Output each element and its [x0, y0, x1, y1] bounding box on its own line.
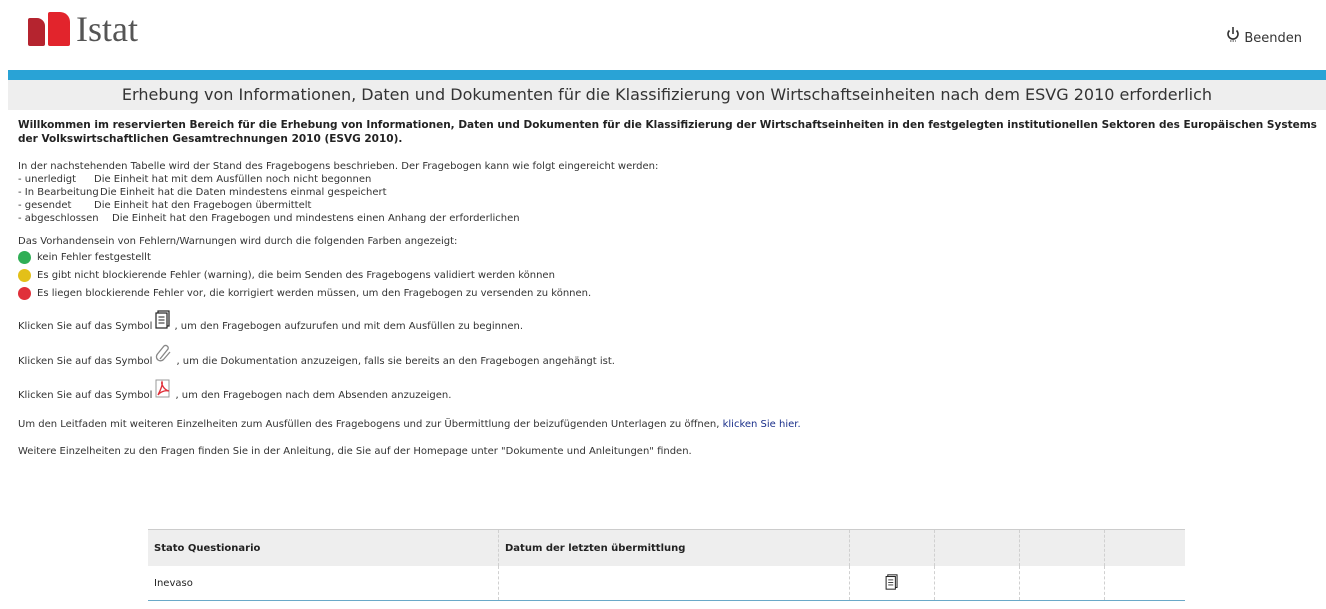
color-legend-green: kein Fehler festgestellt — [18, 249, 1318, 266]
title-band: Erhebung von Informationen, Daten und Do… — [8, 80, 1326, 110]
welcome-text: Willkommen im reservierten Bereich für d… — [18, 119, 1317, 145]
logout-button[interactable]: Beenden — [1226, 26, 1302, 46]
istat-logo-mark — [28, 12, 72, 46]
color-legend-red: Es liegen blockierende Fehler vor, die k… — [18, 285, 1318, 302]
guide-sentence: Um den Leitfaden mit weiteren Einzelheit… — [18, 419, 720, 430]
yellow-label: Es gibt nicht blockierende Fehler (warni… — [37, 270, 555, 281]
empty-cell — [1104, 566, 1185, 601]
more-info-text: Weitere Einzelheiten zu den Fragen finde… — [18, 446, 692, 457]
paperclip-icon — [155, 344, 173, 368]
column-header-action — [1104, 529, 1185, 566]
state-key: - unerledigt — [18, 174, 77, 185]
symbol-hint-attachment: Klicken Sie auf das Symbol , um die Doku… — [18, 344, 1318, 368]
color-legend-yellow: Es gibt nicht blockierende Fehler (warni… — [18, 267, 1318, 284]
guide-link[interactable]: klicken Sie hier. — [723, 419, 801, 430]
state-item: - abgeschlossen Die Einheit hat den Frage… — [18, 212, 1318, 225]
questionnaire-table: Stato Questionario Datum der letzten übe… — [148, 529, 1185, 601]
state-item: - unerledigt Die Einheit hat mit dem Ausf… — [18, 173, 1318, 186]
symbol-hint-questionnaire: Klicken Sie auf das Symbol , um den Frag… — [18, 310, 1318, 333]
header-accent-bar — [8, 70, 1326, 80]
table-header-row: Stato Questionario Datum der letzten übe… — [148, 529, 1185, 566]
date-cell — [498, 566, 850, 601]
istat-logo[interactable]: Istat — [28, 9, 138, 49]
states-intro: In der nachstehenden Tabelle wird der St… — [18, 161, 659, 172]
column-header-date: Datum der letzten übermittlung — [498, 529, 850, 566]
column-header-action — [849, 529, 935, 566]
green-label: kein Fehler festgestellt — [37, 252, 151, 263]
red-label: Es liegen blockierende Fehler vor, die k… — [37, 288, 592, 299]
empty-cell — [1019, 566, 1105, 601]
guide-text: Um den Leitfaden mit weiteren Einzelheit… — [18, 418, 1318, 431]
header: Istat Beenden — [0, 0, 1326, 70]
power-icon — [1226, 26, 1244, 46]
state-key: - In Bearbeitung — [18, 187, 99, 198]
state-desc: Die Einheit hat den Fragebogen und minde… — [112, 213, 520, 224]
logo-text: Istat — [76, 9, 138, 49]
main-content: Willkommen im reservierten Bereich für d… — [18, 118, 1318, 458]
state-desc: Die Einheit hat den Fragebogen übermitte… — [94, 200, 312, 211]
symbol-prefix: Klicken Sie auf das Symbol — [18, 356, 153, 367]
symbol-pdf-text: , um den Fragebogen nach dem Absenden an… — [175, 390, 452, 401]
state-item: - In BearbeitungDie Einheit hat die Date… — [18, 186, 1318, 199]
symbol-hint-pdf: Klicken Sie auf das Symbol , um den Frag… — [18, 379, 1318, 402]
empty-cell — [934, 566, 1020, 601]
red-dot-icon — [18, 287, 31, 300]
table-row: Inevaso — [148, 566, 1185, 601]
green-dot-icon — [18, 251, 31, 264]
state-key: - abgeschlossen — [18, 213, 99, 224]
column-header-action — [934, 529, 1020, 566]
open-questionnaire-cell — [849, 566, 935, 601]
logout-label: Beenden — [1244, 31, 1302, 46]
column-header-action — [1019, 529, 1105, 566]
state-desc: Die Einheit hat die Daten mindestens ein… — [100, 187, 387, 198]
state-desc: Die Einheit hat mit dem Ausfüllen noch n… — [94, 174, 372, 185]
pdf-icon — [155, 379, 172, 402]
symbol-prefix: Klicken Sie auf das Symbol — [18, 390, 153, 401]
status-cell: Inevaso — [148, 566, 499, 601]
page-title: Erhebung von Informationen, Daten und Do… — [121, 85, 1213, 104]
state-key: - gesendet — [18, 200, 72, 211]
symbol-prefix: Klicken Sie auf das Symbol — [18, 321, 153, 332]
symbol-questionnaire-text: , um den Fragebogen aufzurufen und mit d… — [174, 321, 523, 332]
document-icon — [155, 310, 171, 333]
column-header-status: Stato Questionario — [148, 529, 499, 566]
open-questionnaire-icon[interactable] — [885, 573, 899, 593]
symbol-attachment-text: , um die Dokumentation anzuzeigen, falls… — [176, 356, 615, 367]
colors-intro: Das Vorhandensein von Fehlern/Warnungen … — [18, 236, 458, 247]
yellow-dot-icon — [18, 269, 31, 282]
state-item: - gesendet Die Einheit hat den Fragebogen… — [18, 199, 1318, 212]
